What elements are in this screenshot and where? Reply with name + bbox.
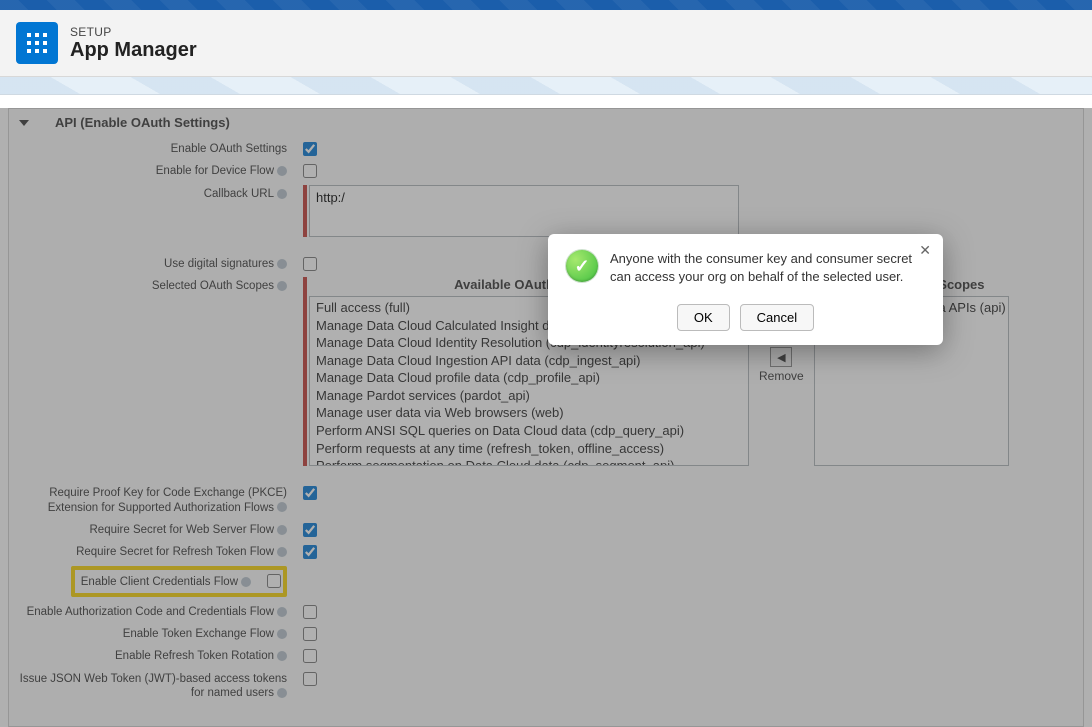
help-icon[interactable] [277, 629, 287, 639]
help-icon[interactable] [241, 577, 251, 587]
brand-top-bar [0, 0, 1092, 10]
scope-option[interactable]: Manage Data Cloud profile data (cdp_prof… [314, 369, 744, 387]
scope-option[interactable]: Perform segmentation on Data Cloud data … [314, 457, 744, 466]
required-indicator [303, 277, 307, 466]
label-enable-device-flow: Enable for Device Flow [156, 165, 274, 177]
highlight-client-credentials: Enable Client Credentials Flow [71, 566, 287, 597]
label-selected-oauth-scopes: Selected OAuth Scopes [152, 280, 274, 292]
help-icon[interactable] [277, 189, 287, 199]
checkbox-require-secret-web[interactable] [303, 523, 317, 537]
header-eyebrow: SETUP [70, 25, 197, 39]
section-header[interactable]: API (Enable OAuth Settings) [9, 109, 1083, 136]
settings-sheet: API (Enable OAuth Settings) Enable OAuth… [8, 108, 1084, 727]
help-icon[interactable] [277, 688, 287, 698]
label-refresh-rotation: Enable Refresh Token Rotation [115, 650, 274, 662]
collapse-icon [19, 120, 29, 126]
decorative-band [0, 77, 1092, 95]
help-icon[interactable] [277, 166, 287, 176]
page-header: SETUP App Manager [0, 10, 1092, 77]
app-manager-icon [16, 22, 58, 64]
remove-scope-button[interactable]: ◀ [770, 347, 792, 367]
help-icon[interactable] [277, 651, 287, 661]
help-icon[interactable] [277, 607, 287, 617]
scope-option[interactable]: Manage Pardot services (pardot_api) [314, 387, 744, 405]
checkbox-client-credentials[interactable] [267, 574, 281, 588]
scope-option[interactable]: Perform ANSI SQL queries on Data Cloud d… [314, 422, 744, 440]
help-icon[interactable] [277, 525, 287, 535]
section-title: API (Enable OAuth Settings) [55, 115, 230, 130]
checkbox-refresh-rotation[interactable] [303, 649, 317, 663]
help-icon[interactable] [277, 547, 287, 557]
label-authz-code-credentials: Enable Authorization Code and Credential… [27, 606, 274, 618]
label-require-pkce: Require Proof Key for Code Exchange (PKC… [48, 487, 287, 513]
scope-option[interactable]: Perform requests at any time (refresh_to… [314, 440, 744, 458]
dialog-ok-button[interactable]: OK [677, 304, 730, 331]
label-callback-url: Callback URL [204, 188, 274, 200]
label-require-secret-refresh: Require Secret for Refresh Token Flow [76, 546, 274, 558]
label-enable-oauth: Enable OAuth Settings [17, 140, 287, 156]
checkbox-token-exchange[interactable] [303, 627, 317, 641]
dialog-close-icon[interactable]: ✕ [919, 242, 931, 259]
help-icon[interactable] [277, 281, 287, 291]
label-client-credentials: Enable Client Credentials Flow [81, 576, 238, 588]
grid-icon [25, 31, 49, 55]
input-callback-url[interactable] [309, 185, 739, 237]
help-icon[interactable] [277, 502, 287, 512]
dialog-message: Anyone with the consumer key and consume… [610, 250, 925, 286]
label-require-secret-web: Require Secret for Web Server Flow [90, 524, 275, 536]
required-indicator [303, 185, 307, 237]
label-token-exchange: Enable Token Exchange Flow [123, 628, 274, 640]
help-icon[interactable] [277, 259, 287, 269]
label-digital-signatures: Use digital signatures [164, 258, 274, 270]
form-area: Enable OAuth Settings Enable for Device … [9, 136, 1083, 717]
checkbox-authz-code-credentials[interactable] [303, 605, 317, 619]
success-check-icon [566, 250, 598, 282]
checkbox-require-pkce[interactable] [303, 486, 317, 500]
remove-label: Remove [759, 369, 804, 383]
label-jwt-named-users: Issue JSON Web Token (JWT)-based access … [20, 673, 287, 699]
confirm-dialog: ✕ Anyone with the consumer key and consu… [548, 234, 943, 345]
scope-option[interactable]: Manage user data via Web browsers (web) [314, 404, 744, 422]
page-title: App Manager [70, 39, 197, 62]
checkbox-enable-device-flow[interactable] [303, 164, 317, 178]
checkbox-enable-oauth[interactable] [303, 142, 317, 156]
checkbox-jwt-named-users[interactable] [303, 672, 317, 686]
checkbox-require-secret-refresh[interactable] [303, 545, 317, 559]
scope-option[interactable]: Manage Data Cloud Ingestion API data (cd… [314, 352, 744, 370]
dialog-cancel-button[interactable]: Cancel [740, 304, 814, 331]
checkbox-digital-signatures[interactable] [303, 257, 317, 271]
